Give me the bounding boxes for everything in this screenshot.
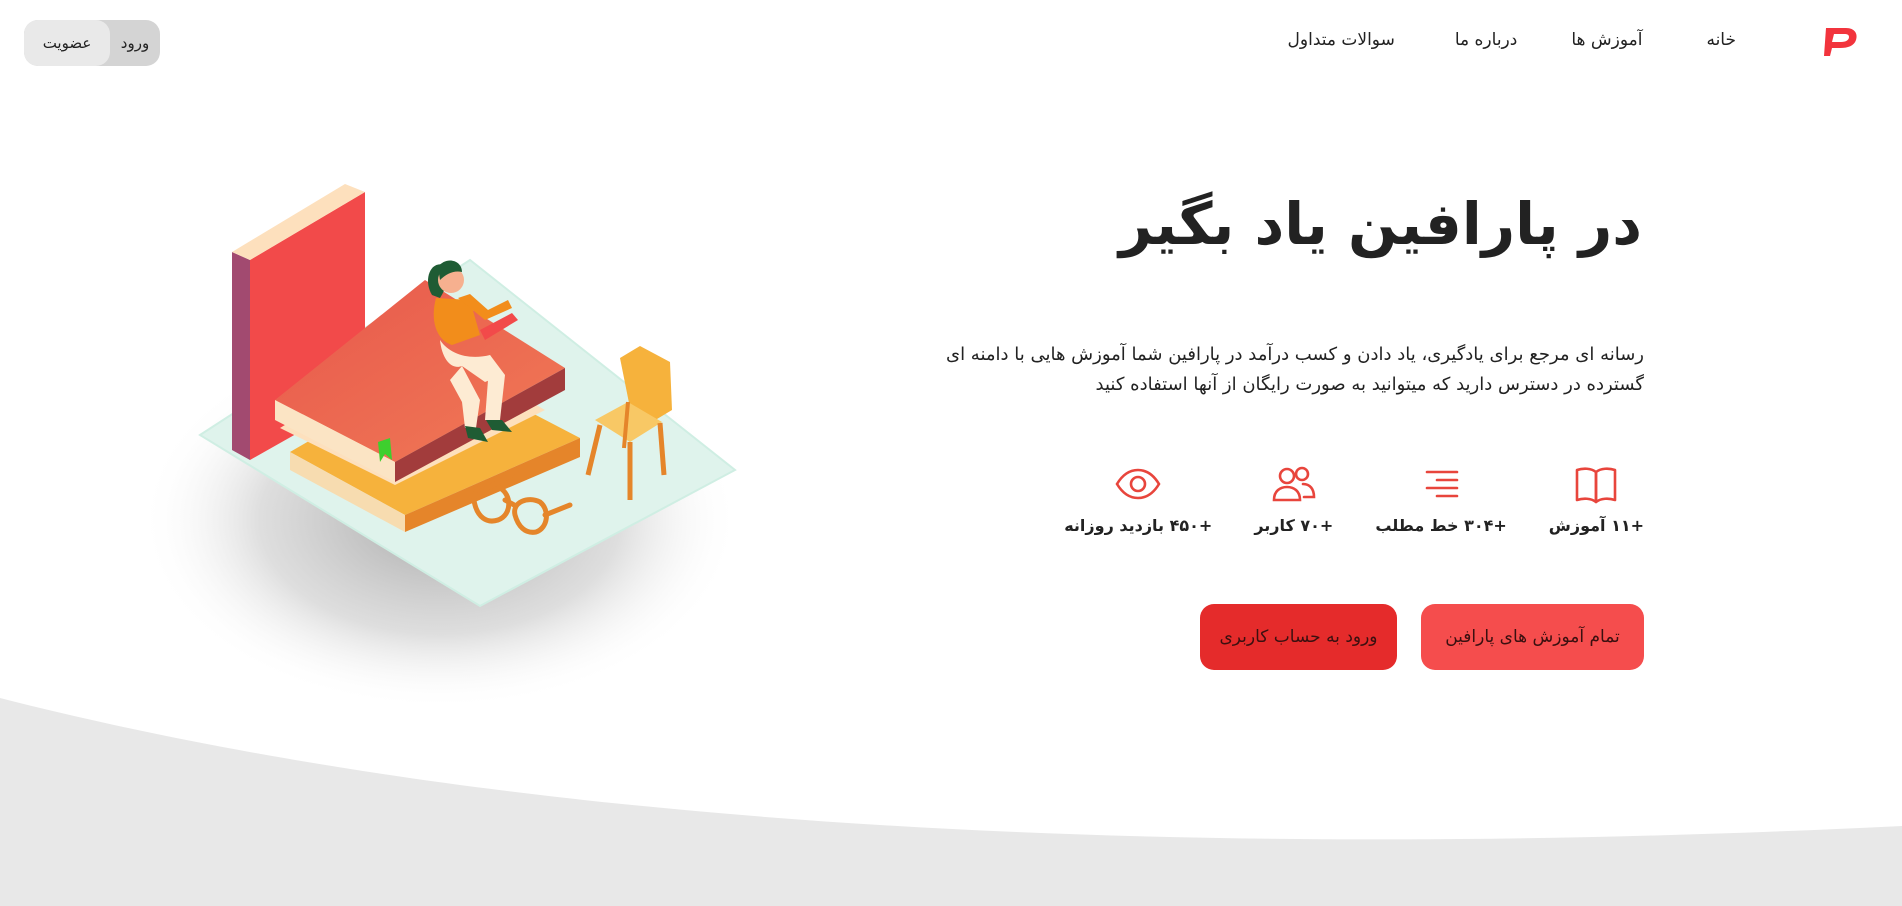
nav-item-faq[interactable]: سوالات متداول bbox=[1288, 30, 1395, 50]
paraffin-logo-icon[interactable] bbox=[1822, 22, 1860, 60]
auth-buttons: عضویت ورود bbox=[24, 20, 160, 66]
nav-item-tutorials[interactable]: آموزش ها bbox=[1571, 30, 1642, 50]
users-icon bbox=[1272, 466, 1316, 502]
login-account-button[interactable]: ورود به حساب کاربری bbox=[1200, 604, 1397, 670]
text-lines-icon bbox=[1425, 470, 1459, 498]
stat-views-label: +۴۵۰ بازدید روزانه bbox=[1064, 516, 1213, 535]
join-button[interactable]: عضویت bbox=[24, 20, 110, 66]
nav-item-about[interactable]: درباره ما bbox=[1455, 30, 1518, 50]
standing-book-spine bbox=[232, 252, 250, 460]
stat-lines: +۳۰۴ خط مطلب bbox=[1375, 460, 1507, 535]
stat-users-label: +۷۰ کاربر bbox=[1254, 516, 1334, 535]
eye-icon bbox=[1115, 468, 1161, 500]
hero-description: رسانه ای مرجع برای یادگیری، یاد دادن و ک… bbox=[945, 344, 1644, 395]
nav-item-home[interactable]: خانه bbox=[1706, 30, 1736, 50]
main-nav: خانه آموزش ها درباره ما سوالات متداول bbox=[1288, 30, 1736, 50]
stat-views: +۴۵۰ بازدید روزانه bbox=[1064, 460, 1212, 535]
open-book-icon bbox=[1576, 467, 1617, 504]
woman-reading-on-books-illustration bbox=[140, 184, 740, 710]
stat-lines-label: +۳۰۴ خط مطلب bbox=[1375, 516, 1507, 535]
stat-tutorials-label: +۱۱ آموزش bbox=[1548, 516, 1644, 535]
stat-users: +۷۰ کاربر bbox=[1254, 460, 1333, 535]
all-tutorials-button[interactable]: تمام آموزش های پارافین bbox=[1421, 604, 1644, 670]
hero-title: در پارافین یاد بگیر bbox=[1119, 190, 1642, 258]
login-button[interactable]: ورود bbox=[110, 20, 160, 66]
stats-row: +۱۱ آموزش +۳۰۴ خط مطلب +۷۰ کاربر +۴۵۰ با… bbox=[1064, 460, 1644, 535]
stat-tutorials: +۱۱ آموزش bbox=[1549, 460, 1644, 535]
